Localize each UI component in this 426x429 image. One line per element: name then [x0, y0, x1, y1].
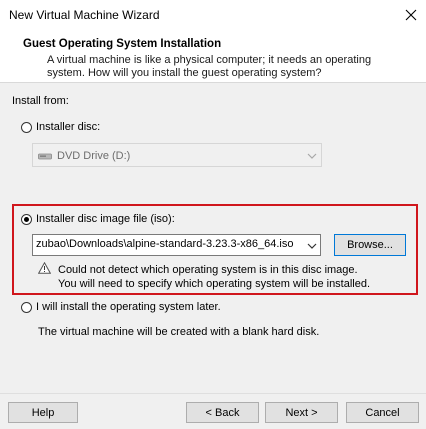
install-later-description: The virtual machine will be created with… [38, 326, 320, 338]
browse-button[interactable]: Browse... [334, 234, 406, 256]
warning-icon [37, 261, 52, 277]
description-line-2: system. How will you install the guest o… [47, 67, 322, 79]
chevron-down-icon[interactable] [307, 241, 317, 253]
cancel-button[interactable]: Cancel [346, 402, 419, 423]
install-later-radio[interactable] [21, 302, 32, 313]
iso-path-value[interactable]: zubao\Downloads\alpine-standard-3.23.3-x… [36, 238, 304, 250]
install-later-label[interactable]: I will install the operating system late… [36, 301, 221, 313]
close-button[interactable] [397, 3, 425, 27]
window-title: New Virtual Machine Wizard [9, 8, 160, 22]
chevron-down-icon [307, 151, 317, 163]
install-from-label: Install from: [12, 95, 69, 107]
iso-label[interactable]: Installer disc image file (iso): [36, 213, 175, 225]
iso-radio[interactable] [21, 214, 32, 225]
warning-line-1: Could not detect which operating system … [58, 264, 358, 276]
page-description: A virtual machine is like a physical com… [47, 54, 407, 80]
dvd-drive-icon [38, 151, 52, 164]
close-icon [405, 9, 417, 21]
installer-disc-label[interactable]: Installer disc: [36, 121, 100, 133]
description-line-1: A virtual machine is like a physical com… [47, 54, 372, 66]
warning-line-2: You will need to specify which operating… [58, 278, 371, 290]
page-title: Guest Operating System Installation [23, 38, 222, 50]
next-button[interactable]: Next > [265, 402, 338, 423]
help-button[interactable]: Help [8, 402, 78, 423]
installer-disc-radio[interactable] [21, 122, 32, 133]
dvd-drive-value: DVD Drive (D:) [57, 150, 131, 162]
back-button[interactable]: < Back [186, 402, 259, 423]
